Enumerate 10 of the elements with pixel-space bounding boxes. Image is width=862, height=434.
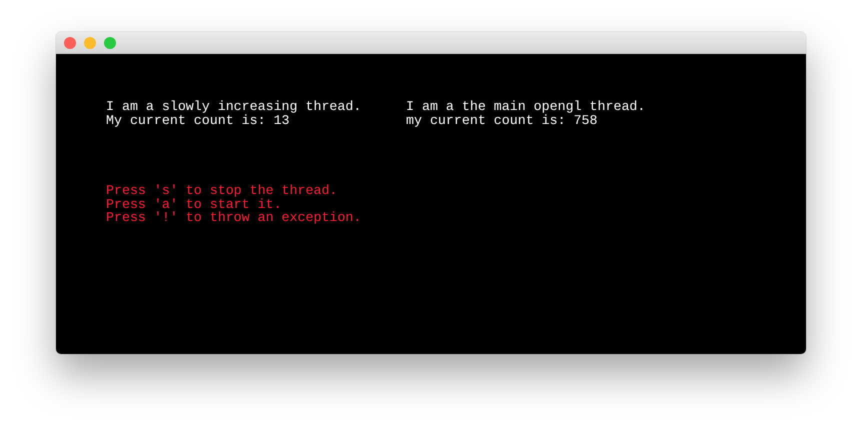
instruction-text: Press 'a' to start it.	[106, 198, 282, 211]
close-button[interactable]	[64, 36, 76, 48]
instruction-text: Press 's' to stop the thread.	[106, 184, 338, 198]
instruction-text: Press '!' to throw an exception.	[106, 211, 362, 224]
console-text: my current count is: 758	[406, 114, 598, 127]
console-text: I am a slowly increasing thread.	[106, 100, 362, 114]
console-text: My current count is: 13	[106, 114, 290, 127]
zoom-button[interactable]	[104, 36, 116, 48]
console-text: I am a the main opengl thread.	[406, 100, 646, 114]
minimize-button[interactable]	[84, 36, 96, 48]
